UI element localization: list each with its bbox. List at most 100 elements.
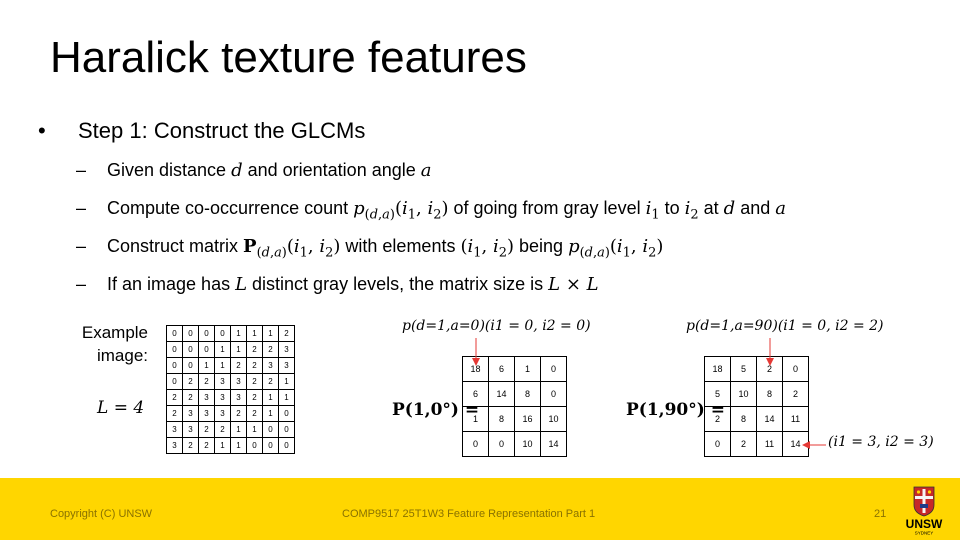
glcm-0-cell: 0	[462, 431, 489, 457]
glcm-0-cell: 8	[488, 406, 515, 432]
table-row: 0 2 11 14	[704, 431, 809, 457]
table-row: 32211000	[166, 437, 295, 454]
image-pixel-cell: 1	[262, 325, 279, 342]
glcm-0-cell: 6	[462, 381, 489, 407]
image-pixel-cell: 0	[182, 325, 199, 342]
image-pixel-cell: 3	[214, 389, 231, 406]
glcm-0-cell: 1	[514, 356, 541, 382]
glcm-0-cell: 10	[540, 406, 567, 432]
image-pixel-cell: 1	[230, 341, 247, 358]
image-pixel-cell: 2	[214, 421, 231, 438]
image-pixel-cell: 0	[182, 341, 199, 358]
table-row: 18 5 2 0	[704, 356, 809, 382]
glcm-90-cell: 8	[756, 381, 783, 407]
glcm-90-cell: 5	[730, 356, 757, 382]
image-pixel-cell: 1	[230, 421, 247, 438]
dash-marker: –	[76, 274, 87, 294]
image-pixel-cell: 1	[246, 325, 263, 342]
table-row: 6 14 8 0	[462, 381, 567, 407]
image-pixel-cell: 3	[198, 389, 215, 406]
image-pixel-cell: 3	[166, 437, 183, 454]
image-pixel-cell: 3	[230, 389, 247, 406]
glcm-90-cell: 11	[756, 431, 783, 457]
glcm-0-cell: 14	[488, 381, 515, 407]
footer-page-number: 21	[874, 508, 887, 520]
unsw-logo: UNSW SYDNEY	[906, 486, 943, 536]
image-pixel-cell: 1	[262, 405, 279, 422]
sub-bullet-3: – Construct matrix P(d,a)(i1, i2) with el…	[76, 236, 664, 261]
image-pixel-cell: 2	[198, 437, 215, 454]
glcm-90-cell: 11	[782, 406, 809, 432]
glcm-0-cell: 0	[540, 356, 567, 382]
svg-text:UNSW: UNSW	[906, 517, 943, 531]
image-pixel-cell: 1	[262, 389, 279, 406]
glcm-0-cell: 8	[514, 381, 541, 407]
glcm-90-degree-matrix: 18 5 2 0 5 10 8 2 2 8 14 11 0 2 11 14	[704, 356, 809, 457]
glcm-90-cell: 2	[704, 406, 731, 432]
glcm-90-cell: 10	[730, 381, 757, 407]
image-pixel-cell: 0	[198, 325, 215, 342]
image-pixel-cell: 0	[166, 325, 183, 342]
image-pixel-cell: 2	[182, 389, 199, 406]
image-pixel-cell: 2	[166, 405, 183, 422]
image-pixel-cell: 3	[198, 405, 215, 422]
image-pixel-cell: 3	[230, 373, 247, 390]
table-row: 22333211	[166, 389, 295, 406]
svg-text:SYDNEY: SYDNEY	[915, 531, 934, 536]
glcm-0-cell: 18	[462, 356, 489, 382]
bullet-step1: • Step 1: Construct the GLCMs	[38, 118, 366, 143]
footer-copyright: Copyright (C) UNSW	[50, 508, 153, 520]
image-pixel-cell: 2	[278, 325, 295, 342]
image-pixel-cell: 1	[278, 389, 295, 406]
p0-caption: p(d=1,a=0)(i1 = 0, i2 = 0)	[402, 318, 591, 334]
p90-note: (i1 = 3, i2 = 3)	[828, 434, 934, 450]
image-pixel-cell: 2	[246, 373, 263, 390]
image-pixel-cell: 1	[214, 341, 231, 358]
image-pixel-cell: 3	[278, 341, 295, 358]
image-pixel-cell: 2	[246, 341, 263, 358]
glcm-90-cell: 18	[704, 356, 731, 382]
image-pixel-cell: 0	[278, 421, 295, 438]
image-pixel-cell: 2	[198, 421, 215, 438]
image-pixel-cell: 3	[214, 373, 231, 390]
image-pixel-cell: 3	[182, 405, 199, 422]
image-pixel-cell: 1	[198, 357, 215, 374]
gray-levels-label: L = 4	[97, 398, 145, 418]
sub-bullet-4: – If an image has L distinct gray levels,…	[76, 274, 599, 295]
image-pixel-cell: 2	[246, 389, 263, 406]
bullet-dot: •	[38, 118, 46, 143]
example-image-grid: 0000111200011223001122330223322122333211…	[166, 325, 295, 454]
image-pixel-cell: 0	[166, 341, 183, 358]
footer-course: COMP9517 25T1W3 Feature Representation P…	[342, 508, 596, 520]
glcm-90-cell: 2	[730, 431, 757, 457]
sub-bullet-1: – Given distance d and orientation angle …	[76, 160, 432, 181]
image-pixel-cell: 0	[278, 437, 295, 454]
image-pixel-cell: 2	[246, 405, 263, 422]
glcm-0-degree-matrix: 18 6 1 0 6 14 8 0 1 8 16 10 0 0 10 14	[462, 356, 567, 457]
image-pixel-cell: 0	[262, 421, 279, 438]
glcm-0-cell: 16	[514, 406, 541, 432]
glcm-90-cell: 5	[704, 381, 731, 407]
image-pixel-cell: 1	[230, 437, 247, 454]
image-pixel-cell: 1	[214, 437, 231, 454]
table-row: 1 8 16 10	[462, 406, 567, 432]
image-pixel-cell: 0	[214, 325, 231, 342]
glcm-90-cell: 14	[782, 431, 809, 457]
image-pixel-cell: 0	[166, 357, 183, 374]
glcm-0-cell: 1	[462, 406, 489, 432]
image-pixel-cell: 2	[166, 389, 183, 406]
image-pixel-cell: 1	[278, 373, 295, 390]
glcm-90-cell: 2	[756, 356, 783, 382]
glcm-0-cell: 10	[514, 431, 541, 457]
table-row: 00011223	[166, 341, 295, 358]
image-pixel-cell: 2	[182, 373, 199, 390]
image-pixel-cell: 0	[278, 405, 295, 422]
glcm-90-cell: 2	[782, 381, 809, 407]
image-pixel-cell: 3	[182, 421, 199, 438]
image-pixel-cell: 0	[166, 373, 183, 390]
dash-marker: –	[76, 236, 87, 256]
example-label: Example image:	[81, 323, 148, 365]
image-pixel-cell: 2	[246, 357, 263, 374]
glcm-90-cell: 0	[782, 356, 809, 382]
image-pixel-cell: 1	[230, 325, 247, 342]
